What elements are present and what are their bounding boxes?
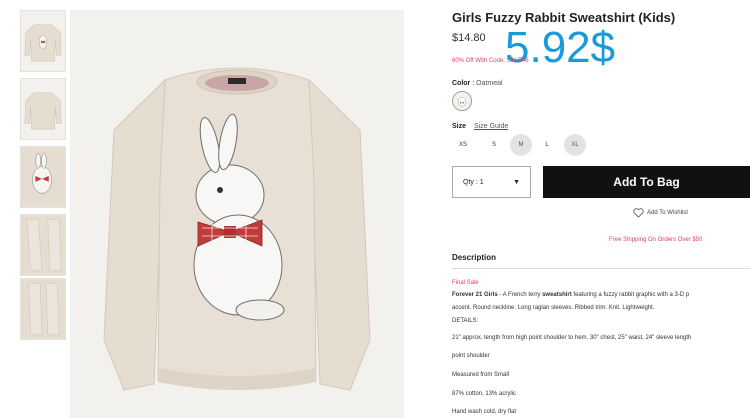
thumbnail-back[interactable] xyxy=(20,78,66,140)
add-to-bag-button[interactable]: Add To Bag xyxy=(543,166,750,198)
description-line-1-b: featuring a fuzzy rabbit graphic with a … xyxy=(571,292,690,298)
add-to-wishlist-link[interactable]: Add To Wishlist xyxy=(633,208,688,218)
color-label: Color xyxy=(452,80,471,87)
main-product-image xyxy=(70,10,404,418)
product-price: $14.80 xyxy=(452,32,486,44)
wishlist-label: Add To Wishlist xyxy=(647,210,688,216)
description-line-3: DETAILS: xyxy=(452,318,479,324)
thumbnail-sleeve[interactable] xyxy=(20,214,66,276)
size-option-s[interactable]: S xyxy=(483,134,505,156)
caret-down-icon: ▼ xyxy=(513,179,520,186)
description-heading: Description xyxy=(452,253,497,262)
size-option-m[interactable]: M xyxy=(510,134,532,156)
description-line-1: Forever 21 Girls - A French terry sweats… xyxy=(452,292,689,298)
brand-name: Forever 21 Girls xyxy=(452,292,498,298)
thumbnail-detail-rabbit[interactable] xyxy=(20,146,66,208)
size-option-l[interactable]: L xyxy=(536,134,558,156)
description-line-2: accent. Round neckline. Long raglan slee… xyxy=(452,305,655,311)
description-line-8: Hand wash cold, dry flat xyxy=(452,409,517,415)
heart-outline-icon xyxy=(633,208,644,218)
final-sale-label: Final Sale xyxy=(452,280,479,286)
sweatshirt-back-image xyxy=(21,79,65,139)
thumbnail-hem[interactable] xyxy=(20,278,66,340)
overlay-sale-price: 5.92$ xyxy=(505,23,616,72)
sweatshirt-front-image xyxy=(21,11,65,71)
rabbit-detail-image xyxy=(21,147,65,207)
promo-code-text: 60% Off With Code: SALE46 xyxy=(452,58,529,64)
description-line-1-a: - A French terry xyxy=(497,292,543,298)
description-line-6: Measured from Small xyxy=(452,372,510,378)
size-label-row: Size Size Guide xyxy=(452,123,508,130)
color-swatch-oatmeal[interactable] xyxy=(452,91,472,111)
sleeve-detail-image xyxy=(21,215,65,275)
description-line-7: 87% cotton, 13% acrylic xyxy=(452,391,517,397)
swatch-rabbit-icon xyxy=(453,92,471,110)
free-shipping-note: Free Shipping On Orders Over $50 xyxy=(609,237,703,243)
size-option-xs[interactable]: XS xyxy=(452,134,474,156)
sweatshirt-main-image xyxy=(70,10,404,418)
description-line-1-bold: sweatshirt xyxy=(542,292,572,298)
description-divider xyxy=(452,268,750,269)
size-guide-link[interactable]: Size Guide xyxy=(474,123,508,130)
description-line-4: 21" approx. length from high point shoul… xyxy=(452,335,692,341)
color-label-row: Color : Oatmeal xyxy=(452,80,503,87)
size-option-xl[interactable]: XL xyxy=(564,134,586,156)
hem-detail-image xyxy=(21,279,65,339)
quantity-value: Qty : 1 xyxy=(463,178,484,186)
thumbnail-front[interactable] xyxy=(20,10,66,72)
quantity-select[interactable]: Qty : 1 ▼ xyxy=(452,166,531,198)
size-label: Size xyxy=(452,123,467,130)
description-line-5: point shoulder xyxy=(452,353,490,359)
color-value: Oatmeal xyxy=(476,80,503,87)
